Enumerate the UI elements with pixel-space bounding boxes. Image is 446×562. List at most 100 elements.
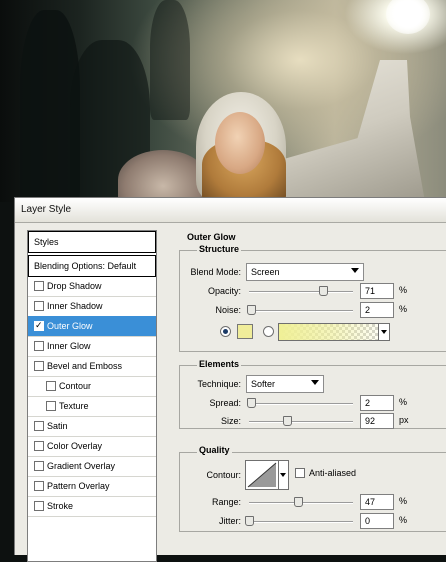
stroke-checkbox[interactable] — [34, 501, 44, 511]
style-item-contour[interactable]: Contour — [28, 376, 156, 397]
pattern-overlay-checkbox[interactable] — [34, 481, 44, 491]
size-value: 92 — [365, 416, 376, 426]
style-item-label: Bevel and Emboss — [47, 361, 123, 371]
style-item-label: Satin — [47, 421, 68, 431]
spread-input[interactable]: 2 — [360, 395, 394, 411]
style-item-label: Inner Shadow — [47, 301, 103, 311]
style-item-satin[interactable]: Satin — [28, 416, 156, 437]
style-item-pattern-overlay[interactable]: Pattern Overlay — [28, 476, 156, 497]
bevel-emboss-checkbox[interactable] — [34, 361, 44, 371]
style-item-label: Drop Shadow — [47, 281, 102, 291]
outer-glow-checkbox[interactable]: ✓ — [34, 320, 44, 331]
range-input[interactable]: 47 — [360, 494, 394, 510]
style-item-inner-glow[interactable]: Inner Glow — [28, 336, 156, 357]
style-item-label: Gradient Overlay — [47, 461, 116, 471]
style-item-outer-glow[interactable]: ✓ Outer Glow — [28, 316, 156, 337]
texture-checkbox[interactable] — [46, 401, 56, 411]
jitter-input[interactable]: 0 — [360, 513, 394, 529]
contour-dropdown[interactable] — [279, 460, 289, 490]
drop-shadow-checkbox[interactable] — [34, 281, 44, 291]
angel-wing — [118, 150, 208, 202]
style-item-stroke[interactable]: Stroke — [28, 496, 156, 517]
noise-slider-thumb[interactable] — [247, 305, 257, 315]
contour-curve-icon — [247, 462, 277, 488]
robe-sleeve — [275, 60, 425, 202]
style-item-label: Stroke — [47, 501, 74, 511]
blend-mode-value: Screen — [251, 267, 280, 277]
size-slider[interactable] — [249, 421, 353, 423]
outer-glow-options: Outer Glow Structure Blend Mode: Screen … — [169, 230, 446, 550]
blending-options-label: Blending Options: Default — [34, 261, 137, 271]
style-item-color-overlay[interactable]: Color Overlay — [28, 436, 156, 457]
contour-checkbox[interactable] — [46, 381, 56, 391]
quality-title: Quality — [197, 445, 232, 455]
jitter-unit: % — [399, 515, 408, 525]
noise-input[interactable]: 2 — [360, 302, 394, 318]
size-input[interactable]: 92 — [360, 413, 394, 429]
noise-slider[interactable] — [249, 310, 353, 312]
chevron-down-icon — [351, 268, 359, 273]
opacity-slider-thumb[interactable] — [318, 286, 328, 296]
style-item-gradient-overlay[interactable]: Gradient Overlay — [28, 456, 156, 477]
spread-unit: % — [399, 397, 408, 407]
technique-label: Technique: — [197, 379, 241, 389]
anti-aliased-checkbox[interactable] — [295, 468, 305, 478]
blending-options-item[interactable]: Blending Options: Default — [28, 255, 156, 277]
style-item-label: Color Overlay — [47, 441, 103, 451]
size-slider-thumb[interactable] — [283, 416, 293, 426]
size-label: Size: — [220, 416, 241, 426]
blend-mode-select[interactable]: Screen — [246, 263, 364, 281]
tree-silhouette — [150, 0, 190, 120]
style-item-inner-shadow[interactable]: Inner Shadow — [28, 296, 156, 317]
technique-value: Softer — [251, 379, 276, 389]
styles-header[interactable]: Styles — [28, 231, 156, 253]
styles-list: Styles Blending Options: Default Drop Sh… — [27, 230, 157, 562]
style-item-drop-shadow[interactable]: Drop Shadow — [28, 276, 156, 297]
opacity-input[interactable]: 71 — [360, 283, 394, 299]
spread-label: Spread: — [209, 398, 241, 408]
style-item-bevel-emboss[interactable]: Bevel and Emboss — [28, 356, 156, 377]
title-bar[interactable]: Layer Style — [15, 198, 446, 223]
background-photo — [0, 0, 446, 202]
solid-color-radio[interactable] — [220, 326, 231, 337]
gradient-overlay-checkbox[interactable] — [34, 461, 44, 471]
range-label: Range: — [211, 497, 241, 507]
contour-preview[interactable] — [245, 460, 279, 490]
noise-unit: % — [399, 304, 408, 314]
style-item-label: Outer Glow — [47, 321, 93, 331]
jitter-slider-thumb[interactable] — [245, 516, 254, 526]
gradient-radio[interactable] — [263, 326, 274, 337]
spread-value: 2 — [365, 398, 371, 408]
styles-header-label: Styles — [34, 237, 59, 247]
glow-color-swatch[interactable] — [237, 324, 253, 339]
elements-title: Elements — [197, 359, 242, 369]
inner-shadow-checkbox[interactable] — [34, 301, 44, 311]
jitter-slider[interactable] — [249, 521, 353, 523]
opacity-label: Opacity: — [207, 286, 241, 296]
gradient-picker[interactable] — [278, 323, 390, 341]
color-overlay-checkbox[interactable] — [34, 441, 44, 451]
size-unit: px — [399, 415, 409, 425]
range-slider-thumb[interactable] — [293, 497, 303, 507]
technique-select[interactable]: Softer — [246, 375, 324, 393]
noise-label: Noise: — [215, 305, 241, 315]
range-value: 47 — [365, 497, 376, 507]
opacity-unit: % — [399, 285, 408, 295]
inner-glow-checkbox[interactable] — [34, 341, 44, 351]
contour-label: Contour: — [206, 470, 241, 480]
jitter-label: Jitter: — [218, 516, 241, 526]
satin-checkbox[interactable] — [34, 421, 44, 431]
style-item-label: Contour — [59, 381, 92, 391]
spread-slider-thumb[interactable] — [247, 398, 257, 408]
outer-glow-title: Outer Glow — [187, 232, 236, 242]
spread-slider[interactable] — [249, 403, 353, 405]
layer-style-dialog: Layer Style Styles Blending Options: Def… — [14, 197, 446, 562]
style-item-label: Pattern Overlay — [47, 481, 110, 491]
face — [215, 112, 265, 174]
chevron-down-icon[interactable] — [378, 324, 389, 340]
style-item-texture[interactable]: Texture — [28, 396, 156, 417]
range-unit: % — [399, 496, 408, 506]
style-item-label: Inner Glow — [47, 341, 91, 351]
anti-aliased-label: Anti-aliased — [309, 468, 357, 478]
opacity-slider[interactable] — [249, 291, 353, 293]
